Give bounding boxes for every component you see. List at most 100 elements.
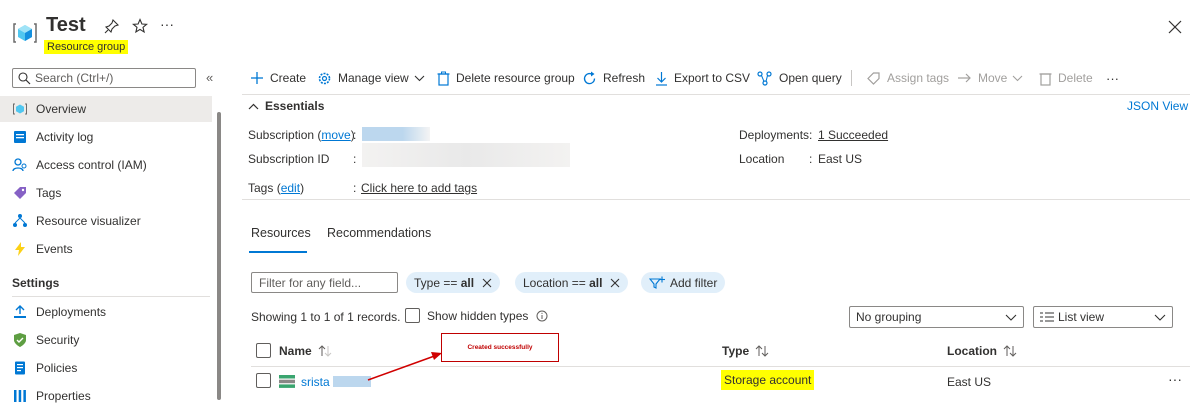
column-header-name[interactable]: Name xyxy=(279,344,332,358)
sidebar-item-security[interactable]: Security xyxy=(0,327,212,353)
sidebar-item-policies[interactable]: Policies xyxy=(0,355,212,381)
sidebar-item-label: Events xyxy=(36,242,73,256)
show-hidden-checkbox[interactable]: Show hidden types xyxy=(405,308,548,323)
select-all-checkbox[interactable] xyxy=(256,343,271,361)
grouping-dropdown[interactable]: No grouping xyxy=(849,306,1024,328)
chevron-down-icon xyxy=(414,75,425,82)
json-view-link[interactable]: JSON View xyxy=(1127,99,1188,113)
sort-icon[interactable] xyxy=(318,345,332,357)
subscription-row: Subscription (move) xyxy=(248,128,355,142)
query-icon xyxy=(757,70,773,86)
list-view-icon xyxy=(1040,312,1054,322)
sidebar-item-overview[interactable]: Overview xyxy=(0,96,212,122)
checkbox[interactable] xyxy=(256,343,271,358)
deployments-link[interactable]: 1 Succeeded xyxy=(818,128,888,142)
download-icon xyxy=(655,71,668,86)
checkbox[interactable] xyxy=(405,308,420,323)
sidebar-item-label: Properties xyxy=(36,389,91,403)
delete-resource-group-button[interactable]: Delete resource group xyxy=(437,68,575,88)
close-icon[interactable] xyxy=(610,278,620,288)
chevron-down-icon xyxy=(1005,314,1017,321)
policy-icon xyxy=(12,360,28,376)
collapse-sidebar-button[interactable]: « xyxy=(206,70,213,85)
export-csv-button[interactable]: Export to CSV xyxy=(655,68,750,88)
essentials-toggle[interactable]: Essentials xyxy=(248,99,324,113)
move-label: Move xyxy=(978,71,1008,85)
essentials-separator xyxy=(242,199,1190,200)
manage-view-button[interactable]: Manage view xyxy=(317,68,431,88)
info-icon[interactable] xyxy=(536,310,548,322)
column-name-label: Name xyxy=(279,344,312,358)
colon: : xyxy=(353,152,357,166)
more-icon[interactable]: ··· xyxy=(160,16,174,32)
star-icon[interactable] xyxy=(131,18,149,34)
tab-recommendations[interactable]: Recommendations xyxy=(327,226,431,240)
sidebar-search[interactable]: Search (Ctrl+/) xyxy=(12,68,196,88)
row-checkbox[interactable] xyxy=(256,373,271,388)
view-dropdown[interactable]: List view xyxy=(1033,306,1173,328)
sidebar-item-label: Access control (IAM) xyxy=(36,158,147,172)
sort-icon[interactable] xyxy=(1003,345,1017,357)
close-icon[interactable] xyxy=(482,278,492,288)
sidebar-scrollbar[interactable] xyxy=(217,112,221,400)
sidebar-item-deployments[interactable]: Deployments xyxy=(0,299,212,325)
resource-location: East US xyxy=(947,375,992,389)
sidebar-item-label: Deployments xyxy=(36,305,107,319)
sidebar-divider xyxy=(12,296,210,297)
open-query-button[interactable]: Open query xyxy=(757,68,842,88)
close-icon[interactable] xyxy=(1168,20,1182,34)
lightning-icon xyxy=(12,241,28,257)
add-tags-link[interactable]: Click here to add tags xyxy=(361,181,477,195)
sidebar-item-tags[interactable]: Tags xyxy=(0,180,212,206)
column-type-label: Type xyxy=(722,344,750,358)
sidebar-item-resource-visualizer[interactable]: Resource visualizer xyxy=(0,208,212,234)
deployments-icon xyxy=(12,304,28,320)
tab-active-underline xyxy=(249,251,307,253)
plus-icon xyxy=(250,71,264,85)
pin-icon[interactable] xyxy=(104,18,120,34)
properties-icon xyxy=(12,388,28,404)
create-button[interactable]: Create xyxy=(250,68,306,88)
open-query-label: Open query xyxy=(779,71,842,85)
colon: : xyxy=(809,152,813,166)
add-filter-button[interactable]: Add filter xyxy=(641,272,726,293)
annotation-text: Created successfully xyxy=(467,344,533,351)
type-filter-value: all xyxy=(460,275,475,290)
tab-resources[interactable]: Resources xyxy=(251,226,311,240)
refresh-button[interactable]: Refresh xyxy=(582,68,645,88)
visualizer-icon xyxy=(12,213,28,229)
create-label: Create xyxy=(270,71,307,85)
sort-icon[interactable] xyxy=(755,345,769,357)
page-title: Test xyxy=(46,14,86,36)
resource-name-link[interactable]: srista xyxy=(301,375,330,389)
type-filter-pill[interactable]: Type == all xyxy=(406,272,501,293)
sidebar-item-activity-log[interactable]: Activity log xyxy=(0,124,212,150)
filter-input[interactable]: Filter for any field... xyxy=(251,272,398,293)
chevron-up-icon xyxy=(248,103,259,110)
delete-button[interactable]: Delete xyxy=(1039,68,1093,88)
row-more-button[interactable]: ··· xyxy=(1168,371,1182,387)
chevron-down-icon xyxy=(1012,75,1023,82)
toolbar-divider xyxy=(851,70,852,86)
edit-tags-link[interactable]: edit xyxy=(281,181,300,195)
sidebar-item-label: Resource visualizer xyxy=(36,214,141,228)
refresh-label: Refresh xyxy=(603,71,646,85)
assign-tags-button[interactable]: Assign tags xyxy=(866,68,949,88)
column-header-location[interactable]: Location xyxy=(947,344,1017,358)
location-value: East US xyxy=(818,152,863,166)
export-csv-label: Export to CSV xyxy=(674,71,751,85)
sidebar-item-iam[interactable]: Access control (IAM) xyxy=(0,152,212,178)
location-filter-pill[interactable]: Location == all xyxy=(515,272,629,293)
sidebar-item-properties[interactable]: Properties xyxy=(0,383,212,409)
sidebar-search-placeholder: Search (Ctrl+/) xyxy=(35,71,114,85)
move-button[interactable]: Move xyxy=(957,68,1029,88)
activity-log-icon xyxy=(12,129,28,145)
move-link[interactable]: move xyxy=(321,128,350,142)
column-header-type[interactable]: Type xyxy=(722,344,769,358)
annotation-arrow xyxy=(367,352,442,381)
sidebar-item-label: Policies xyxy=(36,361,78,375)
sidebar-item-events[interactable]: Events xyxy=(0,236,212,262)
annotation-box: Created successfully xyxy=(441,333,559,362)
toolbar-more-button[interactable]: ··· xyxy=(1106,68,1119,88)
location-filter-value: all xyxy=(589,275,603,290)
